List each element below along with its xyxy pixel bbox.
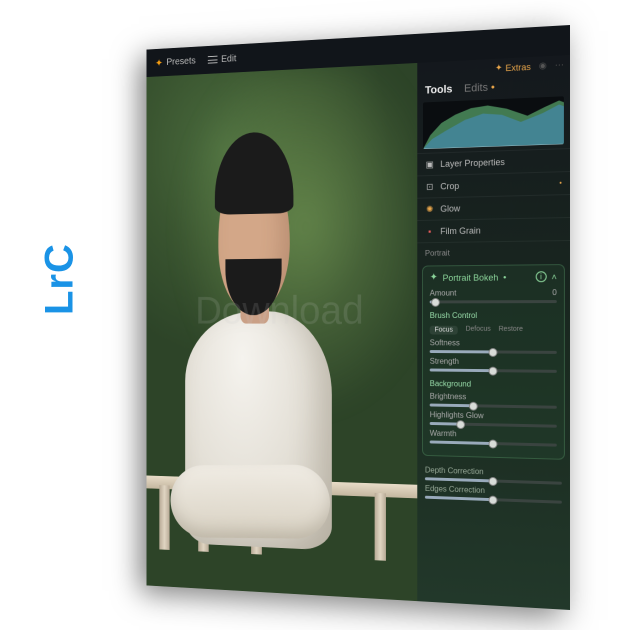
film-grain-label: Film Grain	[440, 226, 480, 236]
glow-icon: ✺	[425, 204, 435, 214]
chevron-up-icon[interactable]: ˄	[552, 272, 557, 282]
histogram[interactable]	[423, 96, 564, 149]
film-grain-row[interactable]: ▪ Film Grain	[417, 217, 570, 242]
app-screenshot: ✦ Presets Edit	[115, 25, 570, 610]
photo-canvas[interactable]: Download	[146, 63, 417, 601]
portrait-bokeh-label: Portrait Bokeh	[443, 272, 499, 282]
strength-slider[interactable]: Strength	[430, 357, 557, 373]
glow-label: Glow	[440, 204, 460, 214]
info-icon[interactable]: i	[535, 271, 546, 282]
tab-edits-label: Edits	[464, 82, 488, 95]
crop-label: Crop	[440, 181, 459, 191]
edge-correction-label: Edges Correction	[425, 484, 485, 495]
softness-slider[interactable]: Softness	[430, 338, 557, 354]
brightness-slider[interactable]: Brightness	[430, 392, 557, 409]
edit-label: Edit	[221, 53, 236, 64]
warmth-slider[interactable]: Warmth	[430, 429, 557, 447]
eye-icon[interactable]: ◉	[539, 60, 547, 71]
background-label: Background	[430, 379, 557, 390]
amount-label: Amount	[430, 289, 457, 298]
extras-button[interactable]: ✦ Extras	[495, 61, 531, 74]
side-panel: ✦ Extras ◉ ⋯ Tools Edits •	[417, 55, 570, 610]
dot-indicator: •	[559, 180, 561, 187]
edge-correction-slider[interactable]: Edges Correction	[425, 484, 562, 504]
mode-restore[interactable]: Restore	[499, 326, 523, 335]
dot-indicator: •	[503, 272, 506, 282]
tab-tools[interactable]: Tools	[425, 84, 452, 97]
softness-label: Softness	[430, 338, 460, 347]
portrait-bokeh-header[interactable]: ✦ Portrait Bokeh • i ˄	[430, 271, 557, 283]
highlights-glow-label: Highlights Glow	[430, 410, 484, 420]
mode-defocus[interactable]: Defocus	[466, 326, 491, 335]
portrait-section-label: Portrait	[417, 240, 570, 264]
tab-tools-label: Tools	[425, 84, 452, 97]
sparkle-icon: ✦	[430, 272, 438, 283]
portrait-bokeh-panel: ✦ Portrait Bokeh • i ˄ Amount 0	[422, 264, 565, 460]
presets-label: Presets	[166, 56, 195, 68]
crop-icon: ⊡	[425, 182, 435, 192]
presets-button[interactable]: ✦ Presets	[155, 55, 196, 69]
edit-button[interactable]: Edit	[208, 53, 236, 65]
tab-edits[interactable]: Edits •	[464, 82, 495, 95]
depth-correction-label: Depth Correction	[425, 466, 484, 477]
layers-icon: ▣	[425, 159, 435, 169]
subject-illustration	[167, 137, 355, 551]
dot-indicator: •	[491, 82, 495, 94]
amount-value: 0	[552, 288, 556, 297]
list-icon	[208, 56, 218, 64]
depth-correction-slider[interactable]: Depth Correction	[425, 466, 562, 485]
portrait-label: Portrait	[425, 249, 450, 258]
brush-mode-tabs: Focus Defocus Restore	[430, 326, 557, 335]
correction-sliders: Depth Correction Edges Correction	[417, 460, 570, 514]
extras-label: Extras	[505, 62, 530, 73]
warmth-label: Warmth	[430, 429, 457, 438]
highlights-glow-slider[interactable]: Highlights Glow	[430, 410, 557, 427]
glow-row[interactable]: ✺ Glow	[417, 194, 570, 220]
layer-properties-label: Layer Properties	[440, 157, 505, 169]
brightness-label: Brightness	[430, 392, 467, 401]
product-label: LrC	[38, 243, 83, 315]
sparkle-icon: ✦	[155, 56, 163, 68]
brush-control-label: Brush Control	[430, 311, 557, 320]
mode-focus[interactable]: Focus	[430, 326, 458, 335]
amount-slider[interactable]: Amount 0	[430, 288, 557, 303]
more-icon[interactable]: ⋯	[555, 59, 564, 70]
grain-icon: ▪	[425, 227, 435, 237]
strength-label: Strength	[430, 357, 459, 366]
sparkle-icon: ✦	[495, 62, 502, 73]
